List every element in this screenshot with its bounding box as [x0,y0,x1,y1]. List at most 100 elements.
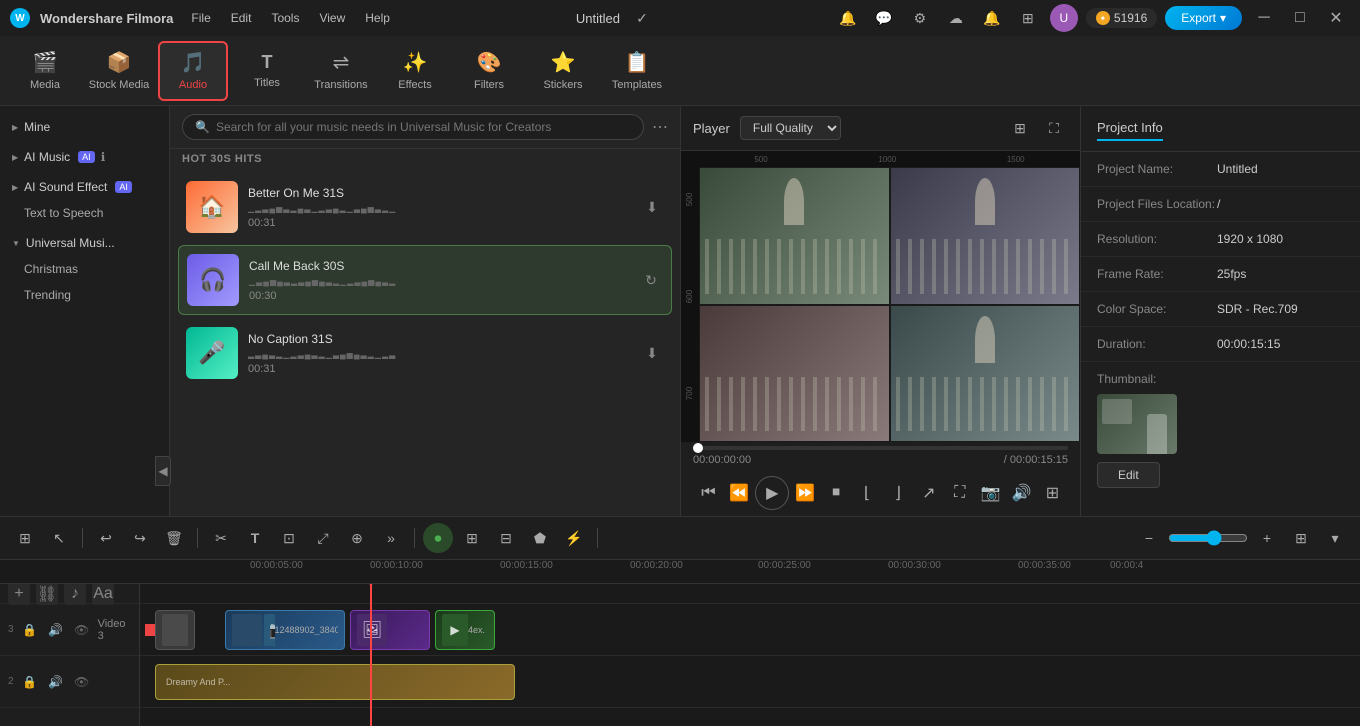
crop-button[interactable]: ⊡ [274,523,304,553]
timeline-thumb[interactable] [693,443,703,453]
section-mine-header[interactable]: ▶ Mine [0,114,169,140]
more-options-icon[interactable]: ⋯ [652,117,668,137]
grid-layout-icon[interactable]: ⊞ [1286,523,1316,553]
bell-icon[interactable]: 🔔 [978,4,1006,32]
play-button[interactable]: ▶ [755,476,789,510]
track2-eye-icon[interactable]: 👁 [72,672,92,692]
media-import-icon[interactable]: ⊞ [457,523,487,553]
sidebar-item-christmas[interactable]: Christmas [0,256,169,282]
add-subtitle-btn[interactable]: Aa [92,584,114,605]
section-ai-sound-header[interactable]: ▶ AI Sound Effect AI [0,174,169,200]
tab-titles[interactable]: T Titles [232,41,302,101]
undo-button[interactable]: ↩ [91,523,121,553]
search-input[interactable] [216,120,631,134]
tab-media[interactable]: 🎬 Media [10,41,80,101]
user-avatar[interactable]: U [1050,4,1078,32]
timeline-seek-bar[interactable] [693,446,1068,450]
sidebar-item-trending[interactable]: Trending [0,282,169,308]
text-tool-icon[interactable]: T [240,523,270,553]
tab-stickers[interactable]: ⭐ Stickers [528,41,598,101]
select-tool-icon[interactable]: ↖ [44,523,74,553]
music-item-3[interactable]: 🎤 No Caption 31S ▂▃▄▃▂▁▂▃▄▃▂▁▃▄▅▄▃▂▁▂▃ 0… [178,319,672,387]
music-item-1[interactable]: 🏠 Better On Me 31S ▁▂▃▄▅▃▂▄▃▁▂▃▄▂▁▃▄▅▃▂▁… [178,173,672,241]
section-universal-header[interactable]: ▼ Universal Musi... [0,230,169,256]
section-ai-music-header[interactable]: ▶ AI Music AI ℹ [0,144,169,170]
fullscreen-icon[interactable]: ⛶ [1040,114,1068,142]
menu-tools[interactable]: Tools [263,7,307,29]
track3-clip-gray[interactable] [155,610,195,650]
add-track-plus[interactable]: + [8,584,30,605]
menu-help[interactable]: Help [357,7,398,29]
export-clip-icon[interactable]: ⊟ [491,523,521,553]
track3-clip-green[interactable]: ▶ 4ex. [435,610,495,650]
mark-in-icon[interactable]: ⌊ [852,478,882,508]
zoom-in-icon[interactable]: + [1252,523,1282,553]
tab-templates[interactable]: 📋 Templates [602,41,672,101]
volume-icon[interactable]: 🔊 [1007,478,1037,508]
cloud-status-icon[interactable]: ✓ [628,4,656,32]
track3-clip-1[interactable]: 📷 12488902_3840_216... [225,610,345,650]
loading-btn-2[interactable]: ↻ [639,268,663,292]
track3-audio-icon[interactable]: 🔊 [46,620,66,640]
redo-button[interactable]: ↪ [125,523,155,553]
track3-lock-icon[interactable]: 🔒 [20,620,40,640]
step-forward-icon[interactable]: ⏩ [790,478,820,508]
playhead[interactable] [370,584,372,726]
project-info-tab-label[interactable]: Project Info [1097,116,1163,141]
sidebar-item-tts[interactable]: Text to Speech [0,200,169,226]
search-box[interactable]: 🔍 [182,114,644,140]
transform-icon[interactable]: ⤢ [308,523,338,553]
track-content-area: 📷 12488902_3840_216... 🖼 ▶ 4ex. Dreamy A… [140,584,1360,726]
quality-select[interactable]: Full Quality Half Quality [740,116,841,140]
close-button[interactable]: ✕ [1322,4,1350,32]
layout-icon[interactable]: ⊞ [10,523,40,553]
more-options-btn[interactable]: ▾ [1320,523,1350,553]
track2-audio-icon[interactable]: 🔊 [46,672,66,692]
tab-audio[interactable]: 🎵 Audio [158,41,228,101]
more-tools-icon[interactable]: » [376,523,406,553]
mask-icon[interactable]: ⬟ [525,523,555,553]
pip-icon[interactable]: ⊞ [1037,478,1067,508]
apps-icon[interactable]: ⊞ [1014,4,1042,32]
edit-thumbnail-button[interactable]: Edit [1097,462,1160,488]
zoom-out-icon[interactable]: − [1134,523,1164,553]
track2-lock-icon[interactable]: 🔒 [20,672,40,692]
extract-icon[interactable]: ↗ [914,478,944,508]
music-item-2[interactable]: 🎧 Call Me Back 30S ▁▃▄▅▄▃▂▃▄▅▄▃▂▁▂▃▄▅▄▃▂… [178,245,672,315]
record-button[interactable]: ⏺ [423,523,453,553]
cut-button[interactable]: ✂ [206,523,236,553]
track3-clip-purple[interactable]: 🖼 [350,610,430,650]
menu-file[interactable]: File [183,7,218,29]
zoom-slider[interactable] [1168,530,1248,546]
community-icon[interactable]: 💬 [870,4,898,32]
ai-tool-icon[interactable]: ⚡ [559,523,589,553]
audio-detach-icon[interactable]: ⊕ [342,523,372,553]
add-audio-btn[interactable]: ♪ [64,584,86,605]
maximize-button[interactable]: □ [1286,4,1314,32]
tab-filters[interactable]: 🎨 Filters [454,41,524,101]
menu-view[interactable]: View [311,7,353,29]
download-btn-1[interactable]: ⬇ [640,195,664,219]
track3-eye-icon[interactable]: 👁 [72,620,92,640]
skip-back-icon[interactable]: ⏮ [693,478,723,508]
track2-main-clip[interactable]: Dreamy And P... [155,664,515,700]
panel-collapse-btn[interactable]: ◀ [155,456,170,486]
tab-transitions[interactable]: ⇌ Transitions [306,41,376,101]
delete-button[interactable]: 🗑 [159,523,189,553]
minimize-button[interactable]: ─ [1250,4,1278,32]
snapshot-icon[interactable]: 📷 [976,478,1006,508]
mark-out-icon[interactable]: ⌋ [883,478,913,508]
add-link-btn[interactable]: ⛓ [36,584,58,605]
settings-icon[interactable]: ⚙ [906,4,934,32]
cloud-icon[interactable]: ☁ [942,4,970,32]
notification-icon[interactable]: 🔔 [834,4,862,32]
export-button[interactable]: Export ▾ [1165,6,1242,30]
download-btn-3[interactable]: ⬇ [640,341,664,365]
fullscreen-ctrl-icon[interactable]: ⛶ [945,478,975,508]
grid-view-icon[interactable]: ⊞ [1006,114,1034,142]
step-back-icon[interactable]: ⏪ [724,478,754,508]
stop-icon[interactable]: ⏹ [821,478,851,508]
tab-stock-media[interactable]: 📦 Stock Media [84,41,154,101]
tab-effects[interactable]: ✨ Effects [380,41,450,101]
menu-edit[interactable]: Edit [223,7,260,29]
